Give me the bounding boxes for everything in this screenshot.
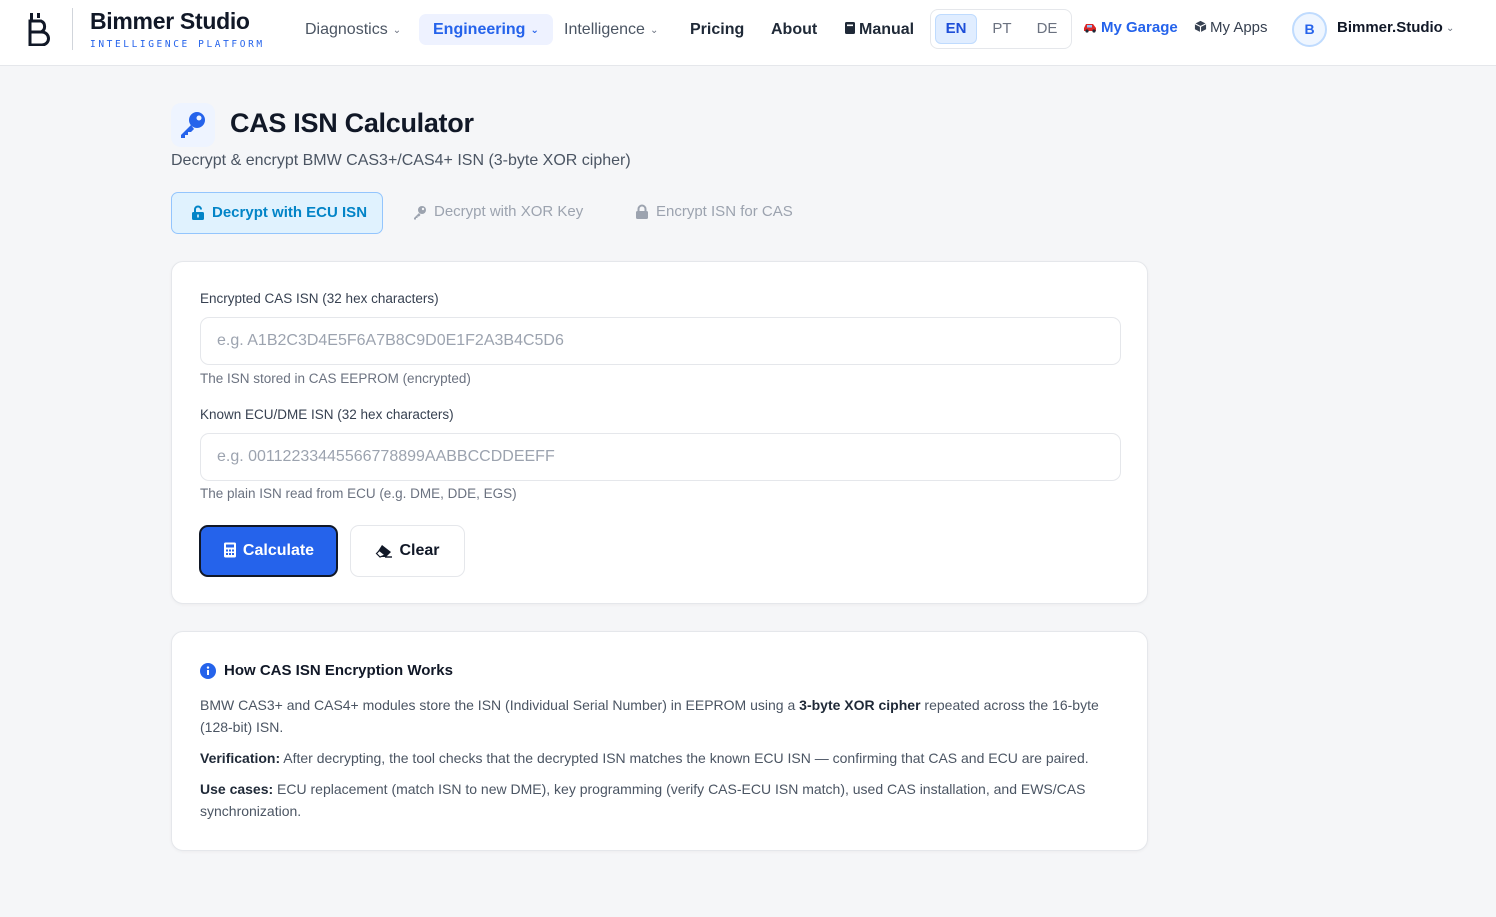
brand-tagline: INTELLIGENCE PLATFORM: [90, 39, 265, 50]
chevron-down-icon: ⌄: [392, 25, 402, 36]
encrypted-isn-help: The ISN stored in CAS EEPROM (encrypted): [200, 371, 471, 386]
info-text: ECU replacement (match ISN to new DME), …: [200, 781, 1086, 819]
nav-engineering[interactable]: Engineering ⌄: [419, 14, 553, 45]
chevron-down-icon[interactable]: ⌄: [1446, 23, 1454, 34]
nav-manual[interactable]: Manual: [830, 14, 928, 45]
nav-intelligence[interactable]: Intelligence ⌄: [550, 14, 672, 45]
unlock-icon: [192, 205, 204, 220]
language-en[interactable]: EN: [935, 14, 977, 44]
chevron-down-icon: ⌄: [530, 25, 539, 36]
ecu-isn-input[interactable]: [200, 433, 1121, 481]
info-icon: [200, 663, 216, 679]
info-text: BMW CAS3+ and CAS4+ modules store the IS…: [200, 697, 800, 713]
my-apps-link[interactable]: My Apps: [1194, 19, 1268, 36]
brand-logo-icon[interactable]: [27, 12, 51, 46]
eraser-icon: [376, 545, 393, 558]
tab-label: Decrypt with XOR Key: [434, 203, 584, 220]
user-menu-name[interactable]: Bimmer.Studio: [1337, 19, 1443, 36]
key-icon: [414, 206, 426, 220]
my-garage-link[interactable]: My Garage: [1083, 19, 1178, 36]
info-paragraph-verification: Verification: After decrypting, the tool…: [200, 747, 1120, 769]
calculate-button[interactable]: Calculate: [199, 525, 338, 577]
tab-decrypt-with-ecu-isn[interactable]: Decrypt with ECU ISN: [171, 192, 383, 234]
encrypted-isn-input[interactable]: [200, 317, 1121, 365]
tab-label: Decrypt with ECU ISN: [212, 204, 368, 221]
tab-encrypt-isn-for-cas[interactable]: Encrypt ISN for CAS: [616, 192, 793, 234]
my-garage-label: My Garage: [1101, 19, 1178, 36]
brand-name[interactable]: Bimmer Studio: [90, 8, 250, 35]
nav-engineering-label: Engineering: [433, 21, 526, 38]
ecu-isn-help: The plain ISN read from ECU (e.g. DME, D…: [200, 486, 517, 501]
info-title: How CAS ISN Encryption Works: [224, 662, 453, 679]
language-pt[interactable]: PT: [981, 14, 1023, 44]
my-apps-label: My Apps: [1210, 19, 1268, 36]
calculate-label: Calculate: [242, 542, 315, 559]
nav-intelligence-label: Intelligence: [564, 21, 645, 38]
nav-diagnostics-label: Diagnostics: [305, 21, 388, 38]
clear-label: Clear: [399, 542, 440, 559]
ecu-isn-label: Known ECU/DME ISN (32 hex characters): [200, 407, 454, 422]
language-switcher: EN PT DE: [930, 9, 1072, 49]
title-icon-badge: [171, 103, 215, 147]
tab-decrypt-with-xor-key[interactable]: Decrypt with XOR Key: [394, 192, 583, 234]
nav-diagnostics[interactable]: Diagnostics ⌄: [291, 14, 415, 45]
language-de[interactable]: DE: [1026, 14, 1068, 44]
nav-pricing[interactable]: Pricing: [676, 14, 758, 45]
book-icon: [845, 22, 855, 34]
car-icon: [1084, 24, 1096, 33]
encrypted-isn-label: Encrypted CAS ISN (32 hex characters): [200, 291, 439, 306]
top-navigation-bar: Bimmer Studio INTELLIGENCE PLATFORM Diag…: [0, 0, 1496, 66]
tab-label: Encrypt ISN for CAS: [656, 203, 793, 220]
nav-manual-label: Manual: [859, 21, 915, 38]
info-paragraph-use-cases: Use cases: ECU replacement (match ISN to…: [200, 778, 1120, 822]
info-text: After decrypting, the tool checks that t…: [280, 750, 1089, 766]
clear-button[interactable]: Clear: [350, 525, 465, 577]
calculator-icon: [223, 542, 236, 558]
isn-form-card: Encrypted CAS ISN (32 hex characters) Th…: [171, 261, 1148, 604]
info-paragraph-cipher: BMW CAS3+ and CAS4+ modules store the IS…: [200, 694, 1120, 738]
info-emphasis: Use cases:: [200, 781, 274, 797]
page-subtitle: Decrypt & encrypt BMW CAS3+/CAS4+ ISN (3…: [171, 152, 631, 169]
brand-divider: [72, 8, 73, 50]
info-emphasis: Verification:: [200, 750, 281, 766]
info-card: How CAS ISN Encryption Works BMW CAS3+ a…: [171, 631, 1148, 851]
cube-icon: [1194, 20, 1207, 33]
nav-about[interactable]: About: [757, 14, 831, 45]
chevron-down-icon: ⌄: [649, 25, 659, 36]
lock-icon: [636, 204, 648, 219]
page-title: CAS ISN Calculator: [230, 108, 474, 138]
key-icon: [181, 112, 205, 138]
info-emphasis: 3-byte XOR cipher: [799, 697, 921, 713]
user-avatar[interactable]: B: [1292, 12, 1327, 47]
